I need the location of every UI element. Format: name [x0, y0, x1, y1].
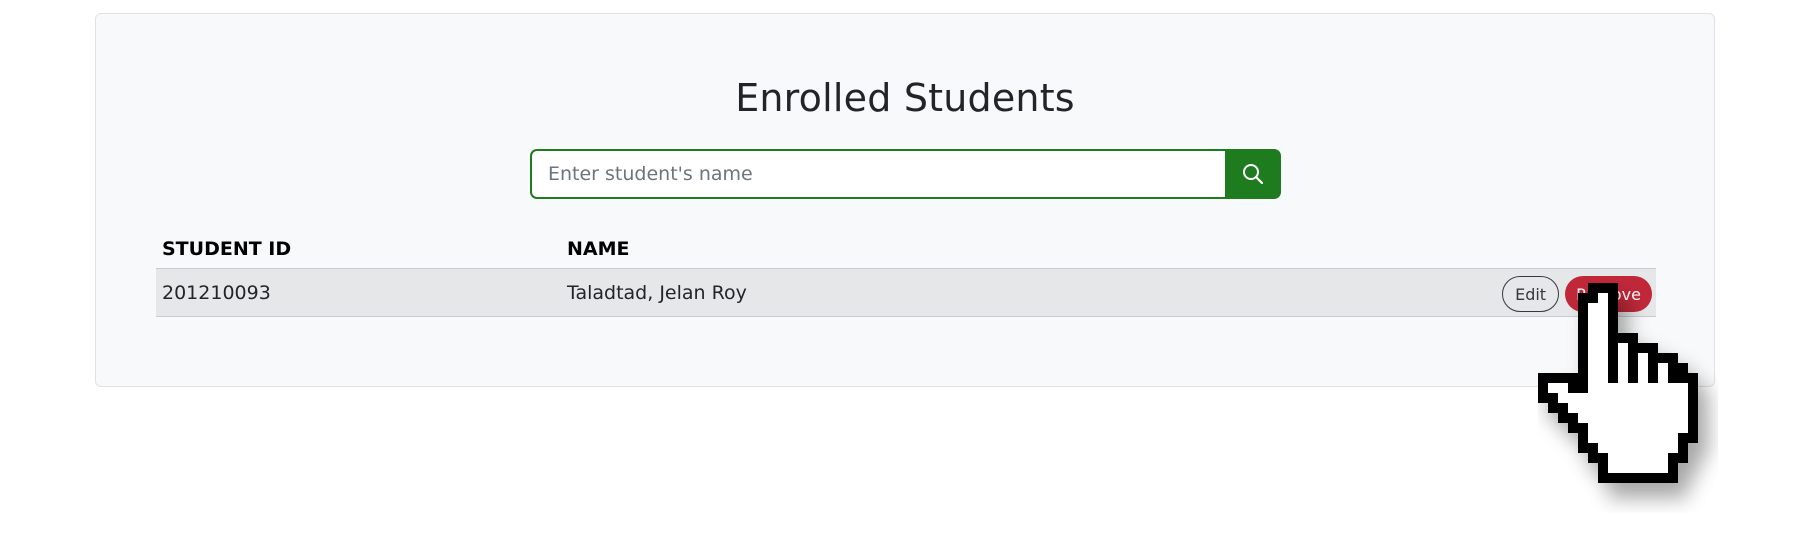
table-header: STUDENT ID NAME: [156, 224, 1656, 269]
student-name-search-input[interactable]: [530, 149, 1225, 199]
search-button[interactable]: [1225, 149, 1281, 199]
page-title: Enrolled Students: [735, 76, 1075, 120]
students-table: STUDENT ID NAME 201210093 Taladtad, Jela…: [156, 224, 1656, 317]
edit-button[interactable]: Edit: [1502, 276, 1560, 312]
student-id-cell: 201210093: [162, 282, 271, 304]
remove-button[interactable]: Remove: [1565, 276, 1652, 312]
search-bar: [530, 149, 1281, 199]
table-row: 201210093 Taladtad, Jelan Roy Edit Remov…: [156, 269, 1656, 317]
header-student-id: STUDENT ID: [162, 238, 292, 260]
header-name: NAME: [567, 238, 630, 260]
search-icon: [1243, 164, 1264, 185]
row-actions: Edit Remove: [1502, 276, 1652, 312]
student-name-cell: Taladtad, Jelan Roy: [567, 282, 747, 304]
enrolled-students-panel: Enrolled Students STUDENT ID NAME 201210…: [95, 13, 1715, 387]
